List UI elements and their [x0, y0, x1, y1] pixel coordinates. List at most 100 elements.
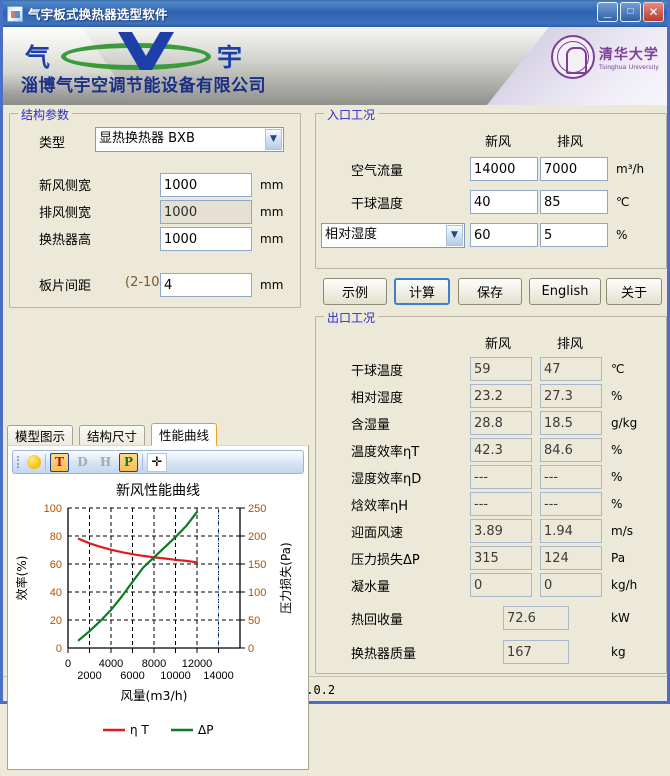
type-select[interactable]: 显热换热器 BXB ▼ — [95, 127, 284, 152]
svg-text:150: 150 — [248, 559, 266, 571]
humidity-mode-value: 相对湿度 — [325, 227, 378, 242]
close-button[interactable]: ✕ — [643, 2, 664, 22]
outlet-unit-7: Pa — [611, 551, 626, 565]
outlet-exhaust-0 — [540, 357, 602, 381]
outlet-row-label-2: 含湿量 — [351, 418, 391, 433]
calculate-button[interactable]: 计算 — [394, 278, 450, 305]
outlet-exhaust-5 — [540, 492, 602, 516]
tab-structure-size-label: 结构尺寸 — [87, 429, 138, 444]
series-toggle-p[interactable]: P — [119, 452, 138, 472]
crosshair-icon[interactable]: ✛ — [147, 452, 167, 472]
inlet-col-exhaust: 排风 — [557, 135, 584, 150]
about-button-label: 关于 — [620, 286, 647, 301]
series-toggle-t[interactable]: T — [50, 452, 69, 472]
svg-text:ΔP: ΔP — [198, 723, 213, 737]
logo-char-right: 宇 — [217, 43, 243, 72]
heat-recovery-unit: kW — [611, 611, 630, 625]
example-button[interactable]: 示例 — [323, 278, 387, 305]
outlet-row-label-1: 相对湿度 — [351, 391, 404, 406]
plate-pitch-unit: mm — [260, 278, 284, 292]
english-button[interactable]: English — [529, 278, 601, 305]
heat-recovery-value — [503, 606, 569, 630]
svg-text:12000: 12000 — [182, 658, 213, 670]
tab-performance-curve[interactable]: 性能曲线 — [151, 423, 218, 446]
tab-performance-curve-label: 性能曲线 — [159, 428, 210, 443]
window-title: 气宇板式换热器选型软件 — [28, 8, 168, 22]
university-name-en: Tsinghua University — [598, 63, 659, 71]
chevron-down-icon-humidity[interactable]: ▼ — [446, 225, 463, 246]
tab-strip: 模型图示 结构尺寸 性能曲线 — [7, 423, 309, 446]
series-toggle-d[interactable]: D — [73, 453, 92, 472]
outlet-row-label-5: 焓效率ηH — [351, 499, 409, 514]
dry-bulb-temp-fresh-input[interactable] — [470, 190, 538, 214]
humidity-exhaust-input[interactable] — [540, 223, 608, 247]
outlet-row-label-8: 凝水量 — [351, 580, 391, 595]
humidity-mode-select[interactable]: 相对湿度 ▼ — [321, 223, 465, 248]
window-controls: _ □ ✕ — [597, 2, 664, 22]
outlet-unit-4: % — [611, 470, 623, 484]
humidity-fresh-input[interactable] — [470, 223, 538, 247]
outlet-fresh-1 — [470, 384, 532, 408]
air-flow-label: 空气流量 — [351, 164, 404, 179]
outlet-group-legend: 出口工况 — [324, 309, 379, 326]
performance-chart: 0 20 40 60 80 100 0 50 100 150 200 250 0 200040006000… — [14, 503, 293, 737]
svg-text:50: 50 — [248, 615, 260, 627]
fresh-side-width-unit: mm — [260, 178, 284, 192]
air-flow-exhaust-input[interactable] — [540, 157, 608, 181]
outlet-unit-3: % — [611, 443, 623, 457]
svg-text:压力损失(Pa): 压力损失(Pa) — [278, 542, 293, 613]
color-dot-icon[interactable] — [27, 455, 41, 469]
outlet-col-exhaust: 排风 — [557, 337, 584, 352]
exchanger-mass-value — [503, 640, 569, 664]
company-logo: 气 宇 — [21, 30, 271, 74]
outlet-fresh-6 — [470, 519, 532, 543]
fresh-side-width-input[interactable] — [160, 173, 252, 197]
toolbar-separator-2 — [142, 454, 143, 470]
fresh-side-width-label: 新风侧宽 — [39, 179, 92, 194]
dry-bulb-temp-exhaust-input[interactable] — [540, 190, 608, 214]
outlet-row-label-7: 压力损失ΔP — [351, 553, 420, 568]
exchanger-height-input[interactable] — [160, 227, 252, 251]
outlet-exhaust-6 — [540, 519, 602, 543]
exhaust-side-width-input[interactable] — [160, 200, 252, 224]
svg-text:0: 0 — [56, 643, 62, 655]
plate-pitch-input[interactable] — [160, 273, 252, 297]
outlet-fresh-0 — [470, 357, 532, 381]
title-bar: 气宇板式换热器选型软件 _ □ ✕ — [3, 0, 667, 27]
svg-text:0: 0 — [248, 643, 254, 655]
exchanger-height-unit: mm — [260, 232, 284, 246]
tab-structure-size[interactable]: 结构尺寸 — [79, 425, 146, 445]
humidity-unit: % — [616, 228, 628, 242]
outlet-row-label-6: 迎面风速 — [351, 526, 404, 541]
maximize-button[interactable]: □ — [620, 2, 641, 22]
plate-pitch-range: (2-10) — [125, 275, 165, 290]
logo-v-icon — [118, 32, 174, 70]
air-flow-fresh-input[interactable] — [470, 157, 538, 181]
structure-group-legend: 结构参数 — [18, 106, 73, 123]
outlet-unit-6: m/s — [611, 524, 633, 538]
minimize-button[interactable]: _ — [597, 2, 618, 22]
dry-bulb-temp-unit: ℃ — [616, 195, 630, 209]
save-button[interactable]: 保存 — [458, 278, 522, 305]
chart-toolbar: T D H P ✛ — [12, 450, 304, 474]
plate-pitch-label: 板片间距 — [39, 279, 92, 294]
type-label: 类型 — [39, 136, 66, 151]
about-button[interactable]: 关于 — [606, 278, 662, 305]
series-toggle-h[interactable]: H — [96, 453, 115, 472]
outlet-row-label-0: 干球温度 — [351, 364, 404, 379]
outlet-fresh-2 — [470, 411, 532, 435]
tab-model-diagram[interactable]: 模型图示 — [7, 425, 74, 445]
chevron-down-icon[interactable]: ▼ — [265, 129, 282, 150]
air-flow-unit: m³/h — [616, 162, 645, 176]
svg-text:η T: η T — [130, 723, 149, 737]
exchanger-mass-unit: kg — [611, 645, 626, 659]
outlet-col-fresh: 新风 — [485, 337, 512, 352]
toolbar-separator-1 — [45, 454, 46, 470]
outlet-fresh-3 — [470, 438, 532, 462]
minimize-icon: _ — [603, 3, 612, 19]
svg-text:80: 80 — [50, 531, 62, 543]
toolbar-grip-icon[interactable] — [17, 454, 23, 470]
close-icon: ✕ — [648, 5, 659, 19]
company-name: 淄博气宇空调节能设备有限公司 — [21, 76, 266, 96]
tsinghua-seal-icon — [550, 35, 595, 79]
